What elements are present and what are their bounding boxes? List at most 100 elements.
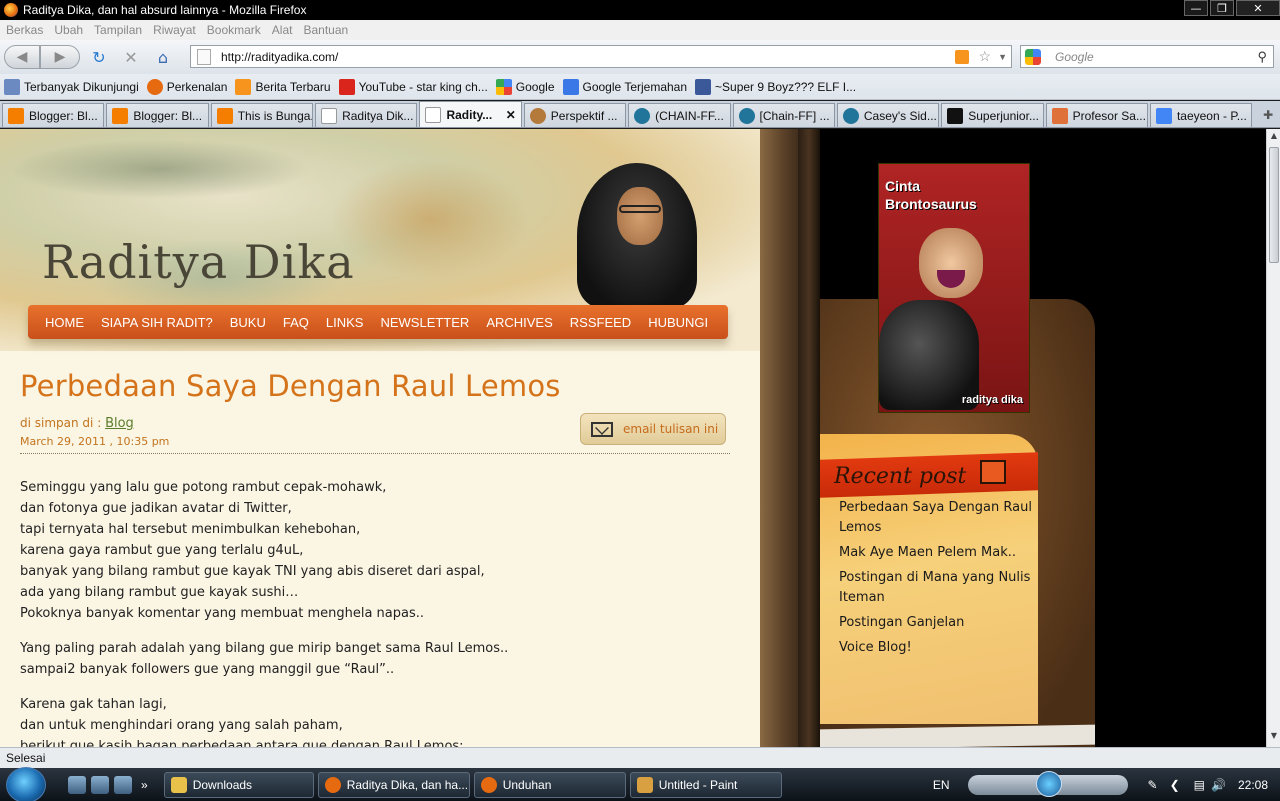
maximize-icon[interactable]: ❐ bbox=[1210, 0, 1234, 16]
minimize-icon[interactable]: — bbox=[1184, 0, 1208, 16]
close-icon[interactable]: ✕ bbox=[1236, 0, 1280, 16]
menu-alat[interactable]: Alat bbox=[272, 23, 293, 37]
stop-icon[interactable]: ✕ bbox=[118, 45, 144, 69]
recent-post-link[interactable]: Mak Aye Maen Pelem Mak.. bbox=[839, 543, 1034, 563]
window-title: Raditya Dika, dan hal absurd lainnya - M… bbox=[23, 3, 307, 17]
media-player-toolbar[interactable] bbox=[967, 770, 1128, 797]
new-tab-icon[interactable]: ✚ bbox=[1256, 103, 1280, 127]
navigation-toolbar: ◀ ▶ ↻ ✕ ⌂ http://radityadika.com/ ☆ ▼ Go… bbox=[0, 40, 1280, 74]
nav-newsletter[interactable]: NEWSLETTER bbox=[380, 315, 469, 330]
notepad-icon bbox=[980, 460, 1006, 484]
bookmark-terbanyak-dikunjungi[interactable]: Terbanyak Dikunjungi bbox=[4, 78, 139, 95]
home-icon[interactable]: ⌂ bbox=[150, 45, 176, 69]
tab-caseys-side[interactable]: Casey's Sid... bbox=[836, 103, 940, 127]
clock[interactable]: 22:08 bbox=[1238, 778, 1268, 792]
search-icon[interactable]: ⚲ bbox=[1257, 49, 1267, 65]
email-post-label: email tulisan ini bbox=[623, 422, 719, 436]
vertical-scrollbar[interactable]: ▲ ▼ bbox=[1266, 129, 1280, 747]
network-icon[interactable]: ▤ bbox=[1194, 778, 1205, 792]
tab-chain-ff-1[interactable]: (CHAIN-FF... bbox=[628, 103, 731, 127]
scroll-up-icon[interactable]: ▲ bbox=[1267, 131, 1280, 145]
back-button[interactable]: ◀ bbox=[4, 45, 40, 69]
menu-bookmark[interactable]: Bookmark bbox=[207, 23, 261, 37]
internet-explorer-icon[interactable] bbox=[114, 775, 132, 794]
nav-faq[interactable]: FAQ bbox=[283, 315, 309, 330]
email-post-button[interactable]: email tulisan ini bbox=[580, 413, 726, 445]
play-icon[interactable] bbox=[1035, 770, 1062, 797]
taskbar-downloads[interactable]: Downloads bbox=[163, 771, 314, 798]
bookmark-perkenalan[interactable]: Perkenalan bbox=[146, 78, 227, 95]
nav-hubungi[interactable]: HUBUNGI bbox=[648, 315, 708, 330]
nav-buku[interactable]: BUKU bbox=[230, 315, 266, 330]
bookmark-star-icon[interactable]: ☆ bbox=[978, 48, 991, 65]
blogger-icon bbox=[216, 107, 233, 124]
post-line: Yang paling parah adalah yang bilang gue… bbox=[20, 641, 509, 656]
scroll-down-icon[interactable]: ▼ bbox=[1267, 731, 1280, 745]
taskbar-unduhan[interactable]: Unduhan bbox=[473, 771, 626, 798]
bookmark-google-terjemahan[interactable]: Google Terjemahan bbox=[562, 78, 687, 95]
post-title[interactable]: Perbedaan Saya Dengan Raul Lemos bbox=[20, 369, 561, 403]
bookmark-google[interactable]: Google bbox=[495, 78, 555, 95]
bookmark-youtube[interactable]: YouTube - star king ch... bbox=[338, 78, 488, 95]
address-bar[interactable]: http://radityadika.com/ ☆ ▼ bbox=[190, 45, 1012, 68]
post-category-link[interactable]: Blog bbox=[105, 416, 134, 431]
quick-launch-more-icon[interactable]: » bbox=[141, 778, 148, 792]
recent-post-link[interactable]: Postingan Ganjelan bbox=[839, 613, 1034, 633]
close-tab-icon[interactable]: ✕ bbox=[506, 108, 516, 122]
nav-archives[interactable]: ARCHIVES bbox=[486, 315, 552, 330]
menu-tampilan[interactable]: Tampilan bbox=[94, 23, 142, 37]
switch-windows-icon[interactable] bbox=[91, 775, 109, 794]
bookmarks-toolbar: Terbanyak Dikunjungi Perkenalan Berita T… bbox=[0, 74, 1280, 100]
post-line: banyak yang bilang rambut gue kayak TNI … bbox=[20, 564, 485, 579]
blog-nav-menu: HOME SIAPA SIH RADIT? BUKU FAQ LINKS NEW… bbox=[28, 305, 728, 339]
forward-button[interactable]: ▶ bbox=[40, 45, 80, 69]
nav-links[interactable]: LINKS bbox=[326, 315, 364, 330]
pen-icon[interactable]: ✎ bbox=[1148, 778, 1158, 792]
recent-post-link[interactable]: Voice Blog! bbox=[839, 638, 1034, 658]
tab-taeyeon[interactable]: taeyeon - P... bbox=[1149, 103, 1253, 127]
tab-blogger-1[interactable]: Blogger: Bl... bbox=[2, 103, 105, 127]
tab-profesor[interactable]: Profesor Sa... bbox=[1045, 103, 1148, 127]
menu-riwayat[interactable]: Riwayat bbox=[153, 23, 196, 37]
volume-icon[interactable]: 🔊 bbox=[1211, 778, 1226, 792]
rss-feed-icon[interactable] bbox=[955, 49, 969, 64]
post-paragraph: Seminggu yang lalu gue potong rambut cep… bbox=[20, 477, 740, 624]
recent-post-link[interactable]: Perbedaan Saya Dengan Raul Lemos bbox=[839, 498, 1034, 538]
recent-post-link[interactable]: Postingan di Mana yang Nulis Iteman bbox=[839, 568, 1034, 608]
nav-siapa-sih-radit[interactable]: SIAPA SIH RADIT? bbox=[101, 315, 213, 330]
show-desktop-icon[interactable] bbox=[68, 775, 86, 794]
taskbar-firefox[interactable]: Raditya Dika, dan ha... bbox=[317, 771, 470, 798]
bookmark-berita-terbaru[interactable]: Berita Terbaru bbox=[235, 78, 331, 95]
tab-this-is-bunga[interactable]: This is Bunga... bbox=[210, 103, 314, 127]
search-box[interactable]: Google ⚲ bbox=[1020, 45, 1274, 68]
google-search-engine-icon[interactable] bbox=[1025, 48, 1041, 65]
youtube-icon bbox=[338, 78, 355, 95]
reload-icon[interactable]: ↻ bbox=[86, 45, 112, 69]
tab-perspektif[interactable]: Perspektif ... bbox=[523, 103, 627, 127]
tab-chain-ff-2[interactable]: [Chain-FF] ... bbox=[732, 103, 835, 127]
tab-blogger-2[interactable]: Blogger: Bl... bbox=[106, 103, 209, 127]
nav-home[interactable]: HOME bbox=[45, 315, 84, 330]
menu-bantuan[interactable]: Bantuan bbox=[303, 23, 348, 37]
menu-ubah[interactable]: Ubah bbox=[54, 23, 83, 37]
page-divider-strip bbox=[760, 129, 820, 747]
post-date: March 29, 2011 , 10:35 pm bbox=[20, 435, 170, 448]
language-indicator[interactable]: EN bbox=[933, 778, 950, 792]
post-paragraph: Karena gak tahan lagi, dan untuk menghin… bbox=[20, 694, 740, 747]
tab-superjunior[interactable]: Superjunior... bbox=[941, 103, 1044, 127]
menu-berkas[interactable]: Berkas bbox=[6, 23, 43, 37]
post-category-line: di simpan di : Blog bbox=[20, 416, 134, 431]
tray-expand-icon[interactable]: ❮ bbox=[1170, 778, 1180, 792]
tab-raditya-active[interactable]: Radity... ✕ bbox=[419, 101, 522, 127]
scrollbar-thumb[interactable] bbox=[1269, 147, 1279, 263]
bookmark-icon bbox=[4, 78, 20, 95]
tab-raditya-dika[interactable]: Raditya Dik... bbox=[315, 103, 418, 127]
taskbar-paint[interactable]: Untitled - Paint bbox=[629, 771, 782, 798]
url-dropdown-icon[interactable]: ▼ bbox=[998, 52, 1007, 62]
blog-title[interactable]: Raditya Dika bbox=[42, 235, 355, 289]
start-button[interactable] bbox=[6, 766, 46, 801]
nav-rssfeed[interactable]: RSSFEED bbox=[570, 315, 631, 330]
saved-in-label: di simpan di : bbox=[20, 416, 102, 430]
book-cover-image[interactable]: Cinta Brontosaurus raditya dika bbox=[878, 163, 1030, 413]
bookmark-super9boyz[interactable]: ~Super 9 Boyz??? ELF I... bbox=[695, 78, 856, 95]
